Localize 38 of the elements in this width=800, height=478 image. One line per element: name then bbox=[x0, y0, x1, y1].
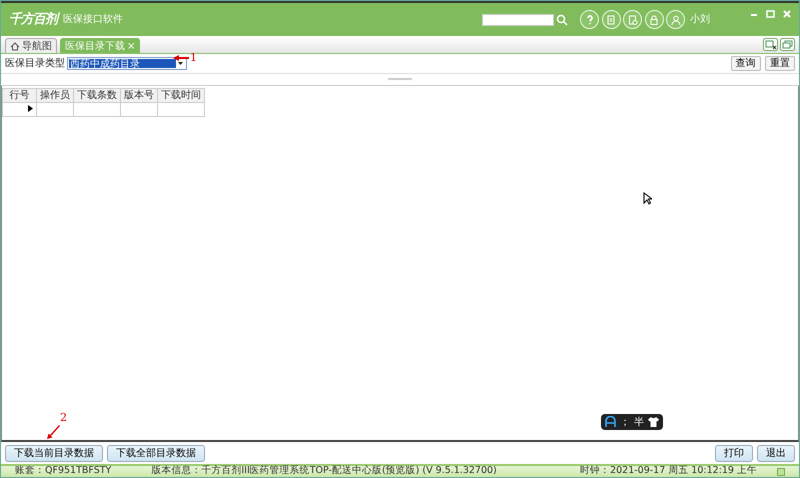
mouse-cursor-icon bbox=[643, 192, 652, 205]
column-header[interactable]: 行号 bbox=[2, 88, 36, 102]
user-name: 小刘 bbox=[690, 12, 710, 27]
column-header[interactable]: 版本号 bbox=[120, 88, 158, 102]
annotation-arrow bbox=[172, 54, 190, 62]
search-icon[interactable] bbox=[556, 14, 568, 26]
tab[interactable]: 导航图 bbox=[5, 38, 57, 53]
action-button[interactable]: 打印 bbox=[715, 444, 753, 462]
search-field[interactable] bbox=[482, 14, 554, 26]
filter-label: 医保目录类型 bbox=[5, 56, 65, 71]
account-info: 账套：QF951TBFSTY bbox=[15, 464, 112, 478]
width-mode: 半 bbox=[634, 416, 644, 430]
toolbar-button[interactable]: 重置 bbox=[765, 56, 795, 71]
toolbar-button[interactable]: 查询 bbox=[730, 56, 760, 71]
action-button[interactable]: 退出 bbox=[757, 444, 795, 462]
annotation-number: 1 bbox=[190, 51, 197, 64]
maximize-icon[interactable] bbox=[766, 10, 775, 18]
version-info: 版本信息：千方百剂III医药管理系统TOP-配送中心版(预览版) (V 9.5.1.32700) bbox=[151, 464, 497, 478]
home-icon bbox=[10, 42, 20, 50]
window-title: 医保接口软件 bbox=[63, 12, 123, 27]
status-icon bbox=[777, 468, 785, 476]
column-header[interactable]: 下载时间 bbox=[158, 88, 204, 102]
clock-text: 时钟：2021-09-17 周五 10:12:19 上午 bbox=[580, 464, 757, 478]
shirt-icon bbox=[648, 417, 659, 427]
tab-label: 医保目录下载 bbox=[65, 40, 125, 54]
annotation-number: 2 bbox=[60, 410, 67, 426]
action-button[interactable]: 下载当前目录数据 bbox=[5, 444, 103, 462]
action-button[interactable]: 下载全部目录数据 bbox=[107, 444, 205, 462]
tab-label: 导航图 bbox=[22, 40, 52, 54]
punctuation-mode: ； bbox=[620, 416, 630, 430]
input-mode-icon bbox=[605, 416, 616, 428]
annotation-arrow bbox=[46, 424, 60, 440]
close-all-tabs-icon[interactable] bbox=[762, 38, 778, 50]
catalog-type-dropdown[interactable]: 西药中成药目录 bbox=[67, 57, 187, 70]
close-icon[interactable] bbox=[783, 10, 791, 18]
column-header[interactable]: 下载条数 bbox=[74, 88, 120, 102]
column-header[interactable]: 操作员 bbox=[36, 88, 74, 102]
ime-toolbar[interactable]: ； 半 bbox=[601, 414, 663, 430]
